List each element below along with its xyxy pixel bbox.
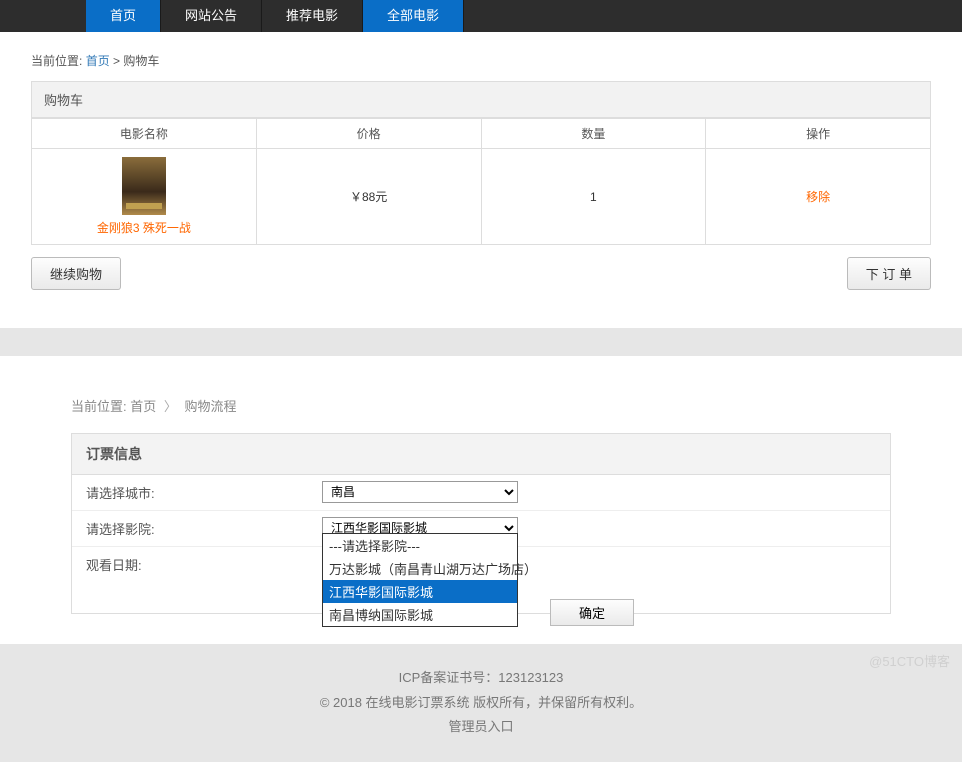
watermark-bottom: @51CTO博客 [869,651,950,670]
breadcrumb-2: 当前位置: 首页 〉 购物流程 [71,396,891,415]
breadcrumb-home-link[interactable]: 首页 [86,54,110,68]
breadcrumb2-home-link[interactable]: 首页 [130,399,156,414]
cinema-dropdown: ---请选择影院--- 万达影城（南昌青山湖万达广场店） 江西华影国际影城 南昌… [322,533,518,627]
cell-price: ￥88元 [256,149,481,245]
city-label: 请选择城市: [72,475,322,510]
footer-admin-link[interactable]: 管理员入口 [448,719,513,734]
movie-poster-icon [122,157,166,215]
breadcrumb-prefix: 当前位置: [31,54,82,68]
city-select[interactable]: 南昌 [322,481,518,503]
cart-panel-title: 购物车 [31,81,931,118]
top-nav: 首页 网站公告 推荐电影 全部电影 [86,0,876,32]
th-price: 价格 [256,119,481,149]
cell-action: 移除 [706,149,931,245]
top-bar: 首页 网站公告 推荐电影 全部电影 [0,0,962,32]
booking-panel-title: 订票信息 [72,434,890,475]
nav-home[interactable]: 首页 [86,0,161,32]
continue-shopping-button[interactable]: 继续购物 [31,257,121,290]
cinema-option-placeholder[interactable]: ---请选择影院--- [323,534,517,557]
remove-link[interactable]: 移除 [806,190,830,204]
cinema-option-wanda[interactable]: 万达影城（南昌青山湖万达广场店） [323,557,517,580]
nav-all-movies[interactable]: 全部电影 [363,0,464,32]
cart-section: 当前位置: 首页 > 购物车 购物车 电影名称 价格 数量 操作 金刚狼3 殊死… [31,32,931,310]
place-order-button[interactable]: 下 订 单 [847,257,931,290]
booking-section: 当前位置: 首页 〉 购物流程 订票信息 请选择城市: 南昌 请选择影院: 江西… [0,356,962,614]
th-action: 操作 [706,119,931,149]
movie-name-link[interactable]: 金刚狼3 殊死一战 [97,221,191,235]
breadcrumb-sep: > [113,54,123,68]
table-header-row: 电影名称 价格 数量 操作 [32,119,931,149]
cinema-option-huaying[interactable]: 江西华影国际影城 [323,580,517,603]
confirm-button[interactable]: 确定 [550,599,634,626]
th-qty: 数量 [481,119,706,149]
cart-button-row: 继续购物 下 订 单 [31,257,931,290]
breadcrumb2-sep: 〉 [164,399,177,414]
nav-announcements[interactable]: 网站公告 [161,0,262,32]
section-divider [0,328,962,356]
breadcrumb2-current: 购物流程 [185,399,237,414]
row-city: 请选择城市: 南昌 [72,475,890,511]
date-label: 观看日期: [72,547,322,582]
footer: ICP备案证书号：123123123 © 2018 在线电影订票系统 版权所有，… [0,644,962,762]
breadcrumb-current: 购物车 [123,54,159,68]
row-cinema: 请选择影院: 江西华影国际影城 ---请选择影院--- 万达影城（南昌青山湖万达… [72,511,890,547]
footer-copyright: © 2018 在线电影订票系统 版权所有，并保留所有权利。 [0,691,962,716]
nav-recommended[interactable]: 推荐电影 [262,0,363,32]
cell-movie: 金刚狼3 殊死一战 [32,149,257,245]
table-row: 金刚狼3 殊死一战 ￥88元 1 移除 [32,149,931,245]
th-name: 电影名称 [32,119,257,149]
breadcrumb2-prefix: 当前位置: [71,399,127,414]
cart-table: 电影名称 价格 数量 操作 金刚狼3 殊死一战 ￥88元 1 移除 [31,118,931,245]
cinema-option-bona[interactable]: 南昌博纳国际影城 [323,603,517,626]
footer-icp: ICP备案证书号：123123123 [0,666,962,691]
cinema-label: 请选择影院: [72,511,322,546]
cell-qty: 1 [481,149,706,245]
booking-panel: 订票信息 请选择城市: 南昌 请选择影院: 江西华影国际影城 ---请选择影院-… [71,433,891,614]
breadcrumb: 当前位置: 首页 > 购物车 [31,52,931,69]
